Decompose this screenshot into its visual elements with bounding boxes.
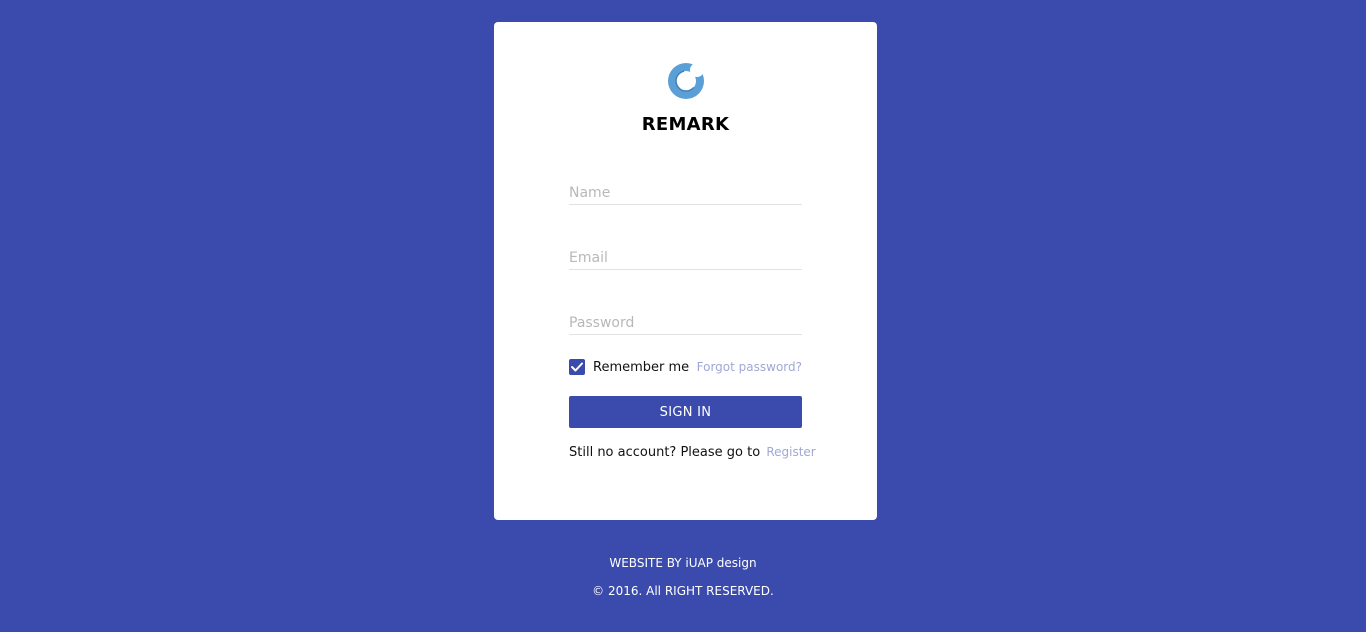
register-link[interactable]: Register	[766, 445, 815, 459]
login-card: REMARK Remember me Forgot password? SIGN…	[494, 22, 877, 520]
password-input[interactable]	[569, 312, 802, 335]
no-account-prompt: Still no account? Please go to Register	[569, 445, 816, 460]
remember-me-label: Remember me	[593, 359, 690, 375]
name-input[interactable]	[569, 182, 802, 205]
sign-in-button[interactable]: SIGN IN	[569, 396, 802, 428]
forgot-password-link[interactable]: Forgot password?	[697, 360, 802, 374]
brand-title: REMARK	[641, 114, 730, 135]
remember-me-checkbox[interactable]: Remember me	[569, 358, 689, 376]
checkbox-checked-icon[interactable]	[569, 359, 585, 375]
no-account-text: Still no account? Please go to	[569, 445, 761, 460]
footer-copyright: © 2016. All RIGHT RESERVED.	[592, 584, 774, 598]
crescent-logo-icon	[668, 63, 704, 99]
email-input[interactable]	[569, 247, 802, 270]
footer-credit: WEBSITE BY iUAP design	[609, 556, 757, 570]
